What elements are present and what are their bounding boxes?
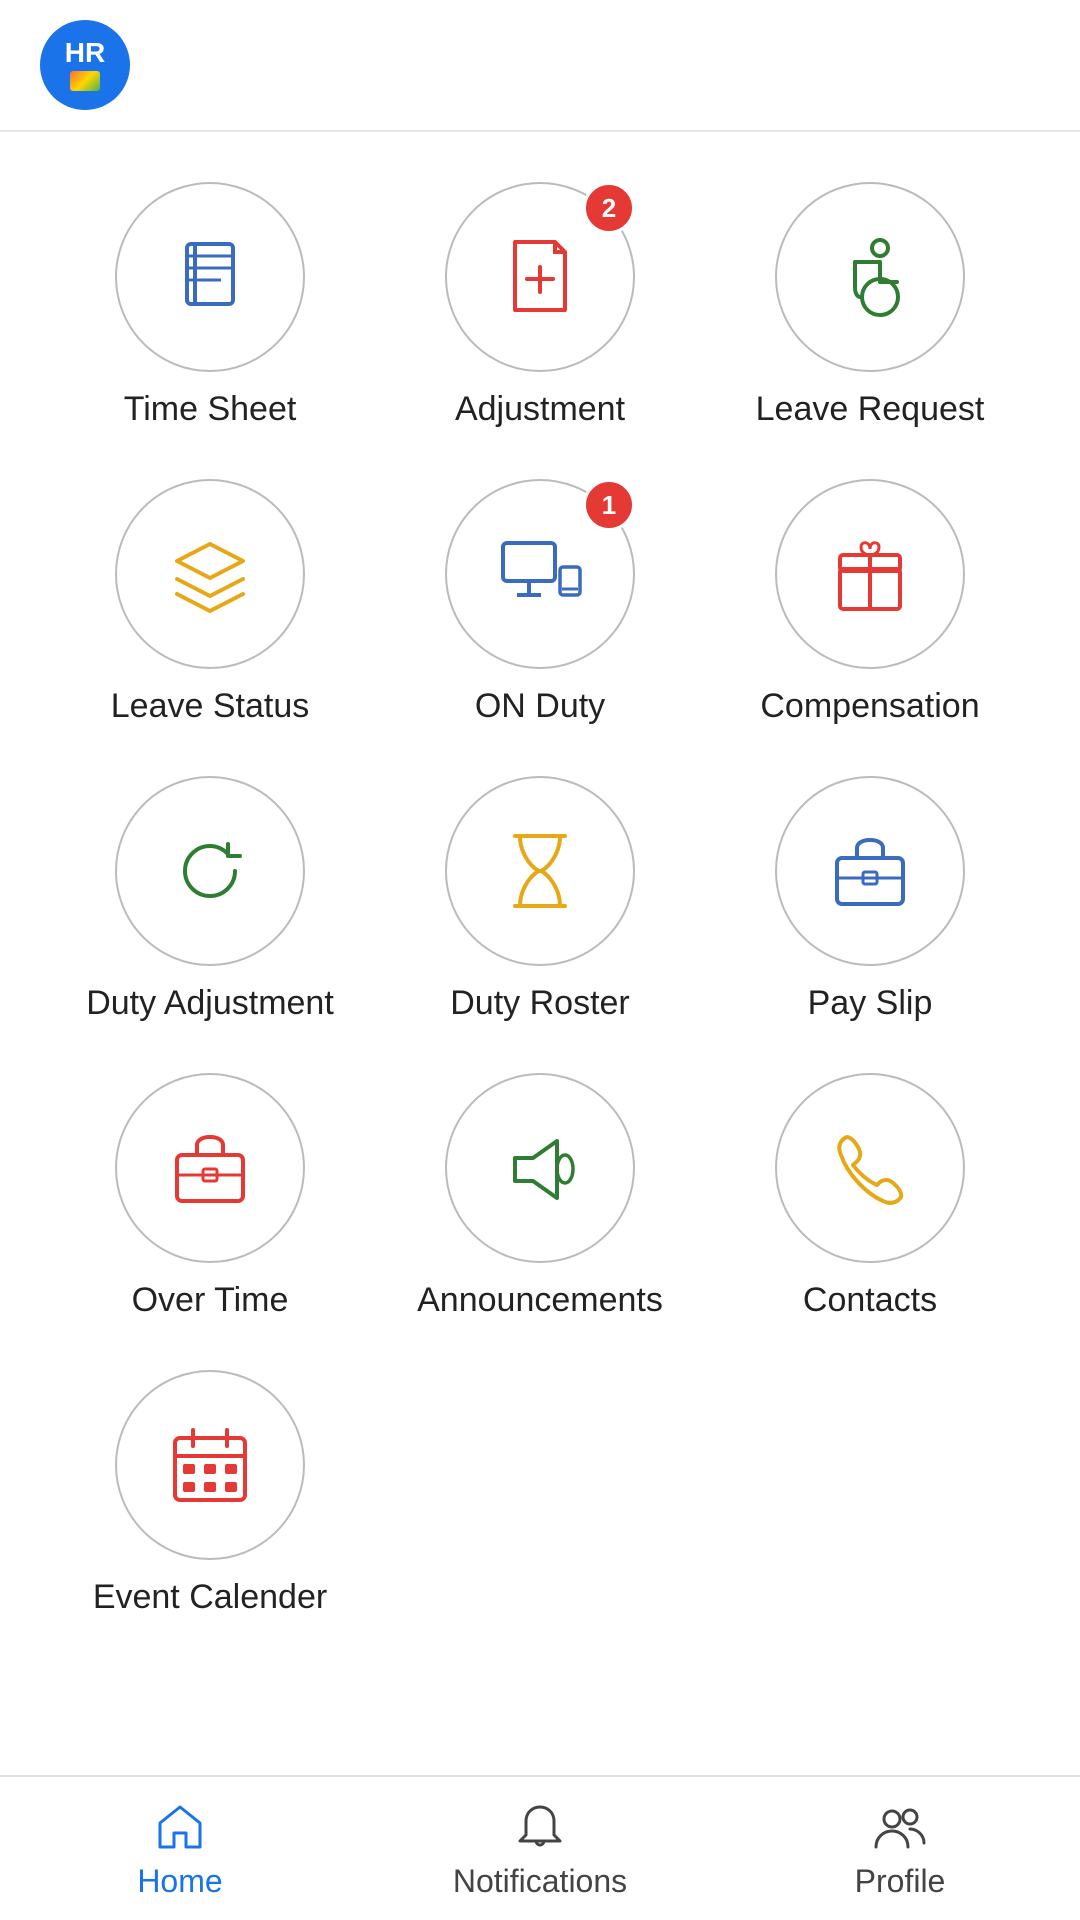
circle-wrap-duty-roster — [445, 776, 635, 966]
circle-wrap-announcements — [445, 1073, 635, 1263]
grid-item-over-time[interactable]: Over Time — [60, 1073, 360, 1320]
logo-text: HR — [65, 39, 105, 67]
circle-wrap-event-calender — [115, 1370, 305, 1560]
circle-wrap-duty-adjustment — [115, 776, 305, 966]
circle-wrap-compensation — [775, 479, 965, 669]
nav-home-label: Home — [137, 1863, 222, 1900]
icon-circle-event-calender — [115, 1370, 305, 1560]
icon-circle-leave-request — [775, 182, 965, 372]
circle-wrap-over-time — [115, 1073, 305, 1263]
bottom-nav: Home Notifications Profile — [0, 1775, 1080, 1920]
label-leave-status: Leave Status — [111, 687, 309, 726]
circle-wrap-on-duty: 1 — [445, 479, 635, 669]
circle-wrap-leave-request — [775, 182, 965, 372]
grid-item-announcements[interactable]: Announcements — [390, 1073, 690, 1320]
icon-circle-duty-roster — [445, 776, 635, 966]
label-contacts: Contacts — [803, 1281, 937, 1320]
circle-wrap-adjustment: 2 — [445, 182, 635, 372]
app-header: HR — [0, 0, 1080, 132]
main-grid: Time Sheet 2 Adjustment Leave Request Lea… — [0, 132, 1080, 1775]
grid-item-pay-slip[interactable]: Pay Slip — [720, 776, 1020, 1023]
icon-circle-announcements — [445, 1073, 635, 1263]
grid-item-duty-adjustment[interactable]: Duty Adjustment — [60, 776, 360, 1023]
label-leave-request: Leave Request — [756, 390, 985, 429]
grid-item-event-calender[interactable]: Event Calender — [60, 1370, 360, 1617]
badge-adjustment: 2 — [583, 182, 635, 234]
label-duty-roster: Duty Roster — [450, 984, 630, 1023]
label-on-duty: ON Duty — [475, 687, 605, 726]
circle-wrap-time-sheet — [115, 182, 305, 372]
circle-wrap-leave-status — [115, 479, 305, 669]
label-pay-slip: Pay Slip — [808, 984, 933, 1023]
grid-item-leave-request[interactable]: Leave Request — [720, 182, 1020, 429]
grid-item-on-duty[interactable]: 1 ON Duty — [390, 479, 690, 726]
circle-wrap-pay-slip — [775, 776, 965, 966]
icon-circle-over-time — [115, 1073, 305, 1263]
label-time-sheet: Time Sheet — [124, 390, 297, 429]
icon-circle-pay-slip — [775, 776, 965, 966]
label-over-time: Over Time — [132, 1281, 289, 1320]
grid-item-adjustment[interactable]: 2 Adjustment — [390, 182, 690, 429]
icon-circle-compensation — [775, 479, 965, 669]
label-adjustment: Adjustment — [455, 390, 625, 429]
grid-item-contacts[interactable]: Contacts — [720, 1073, 1020, 1320]
grid-item-leave-status[interactable]: Leave Status — [60, 479, 360, 726]
icon-circle-leave-status — [115, 479, 305, 669]
logo-box-icon — [70, 71, 100, 91]
label-duty-adjustment: Duty Adjustment — [86, 984, 334, 1023]
nav-home[interactable]: Home — [0, 1777, 360, 1920]
grid-item-time-sheet[interactable]: Time Sheet — [60, 182, 360, 429]
icon-circle-time-sheet — [115, 182, 305, 372]
circle-wrap-contacts — [775, 1073, 965, 1263]
label-announcements: Announcements — [417, 1281, 663, 1320]
nav-notifications-label: Notifications — [453, 1863, 627, 1900]
icon-circle-contacts — [775, 1073, 965, 1263]
nav-profile-label: Profile — [855, 1863, 946, 1900]
app-logo: HR — [40, 20, 130, 110]
label-compensation: Compensation — [760, 687, 979, 726]
nav-notifications[interactable]: Notifications — [360, 1777, 720, 1920]
icon-circle-duty-adjustment — [115, 776, 305, 966]
grid-item-duty-roster[interactable]: Duty Roster — [390, 776, 690, 1023]
label-event-calender: Event Calender — [93, 1578, 327, 1617]
grid-item-compensation[interactable]: Compensation — [720, 479, 1020, 726]
badge-on-duty: 1 — [583, 479, 635, 531]
nav-profile[interactable]: Profile — [720, 1777, 1080, 1920]
